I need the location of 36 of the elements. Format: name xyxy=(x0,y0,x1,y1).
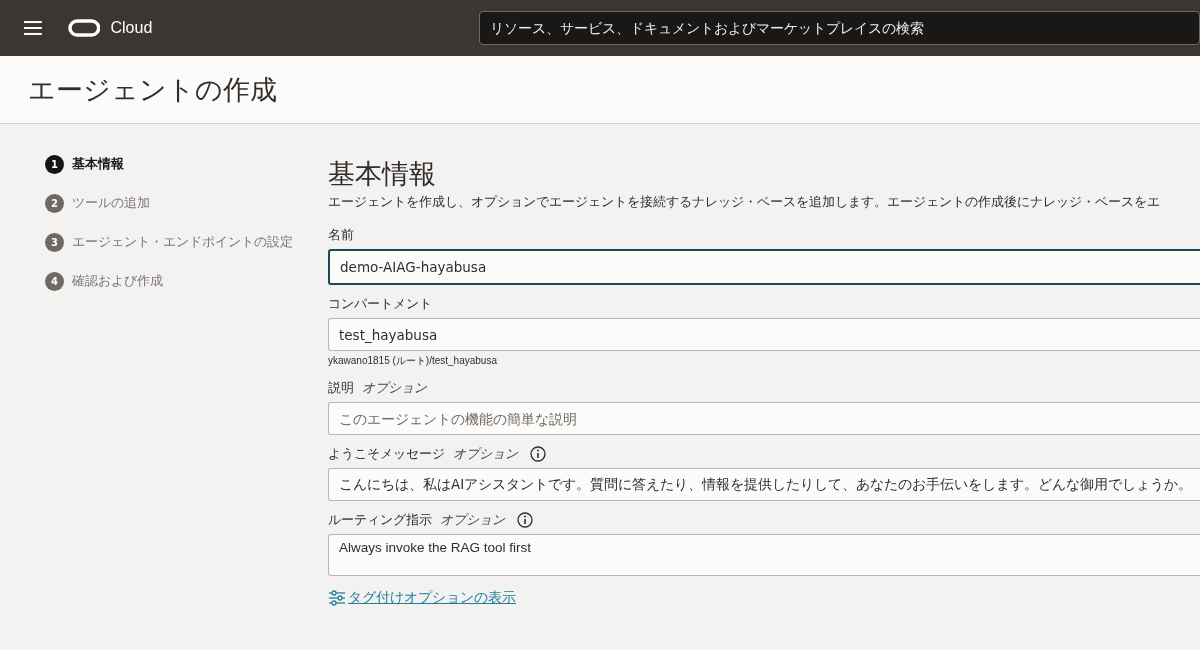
brand-name[interactable]: Cloud xyxy=(110,19,153,37)
input-field[interactable]: このエージェントの機能の簡単な説明 xyxy=(328,402,1200,435)
search-field[interactable]: リソース、サービス、ドキュメントおよびマーケットプレイスの検索 xyxy=(479,11,1200,45)
field-label: コンパートメント xyxy=(328,295,432,313)
input-field[interactable]: test_hayabusa xyxy=(328,318,1200,351)
field-label: ようこそメッセージ xyxy=(328,445,445,463)
optional-label: オプション xyxy=(362,379,427,397)
step-item[interactable]: 2 ツールの追加 xyxy=(45,193,328,213)
step-number: 1 xyxy=(45,154,64,174)
field-hint: ykawano1815 (ルート)/test_hayabusa xyxy=(328,354,498,368)
field-label: 名前 xyxy=(328,226,354,244)
step-label: エージェント・エンドポイントの設定 xyxy=(72,233,293,251)
info-icon[interactable] xyxy=(517,512,533,528)
step-item[interactable]: 4 確認および作成 xyxy=(45,271,328,291)
step-label: ツールの追加 xyxy=(72,194,150,212)
info-icon[interactable] xyxy=(530,446,546,462)
step-number: 2 xyxy=(45,193,64,213)
field-label: 説明 xyxy=(328,379,354,397)
step-item[interactable]: 3 エージェント・エンドポイントの設定 xyxy=(45,232,328,252)
step-item[interactable]: 1 基本情報 xyxy=(45,154,328,174)
input-field[interactable]: こんにちは、私はAIアシスタントです。質問に答えたり、情報を提供したりして、あなたのお手伝いをします。どんな御用でしょうか。 xyxy=(328,468,1200,501)
section-title: 基本情報 xyxy=(328,157,437,191)
input-field[interactable]: demo-AIAG-hayabusa xyxy=(328,249,1200,285)
step-number: 3 xyxy=(45,232,64,252)
field-label: ルーティング指示 xyxy=(328,511,432,529)
step-label: 確認および作成 xyxy=(72,272,163,290)
page-title: エージェントの作成 xyxy=(28,72,277,107)
section-description: エージェントを作成し、オプションでエージェントを接続するナレッジ・ベースを追加します。エージェントの作成後にナレッジ・ベースをエ xyxy=(328,194,1161,211)
step-number: 4 xyxy=(45,271,64,291)
logo-icon xyxy=(67,19,101,37)
menu-icon[interactable] xyxy=(24,21,42,35)
sliders-icon xyxy=(328,590,346,606)
optional-label: オプション xyxy=(440,511,505,529)
text-area[interactable]: Always invoke the RAG tool first xyxy=(328,534,1200,576)
step-label: 基本情報 xyxy=(72,155,124,173)
optional-label: オプション xyxy=(453,445,518,463)
